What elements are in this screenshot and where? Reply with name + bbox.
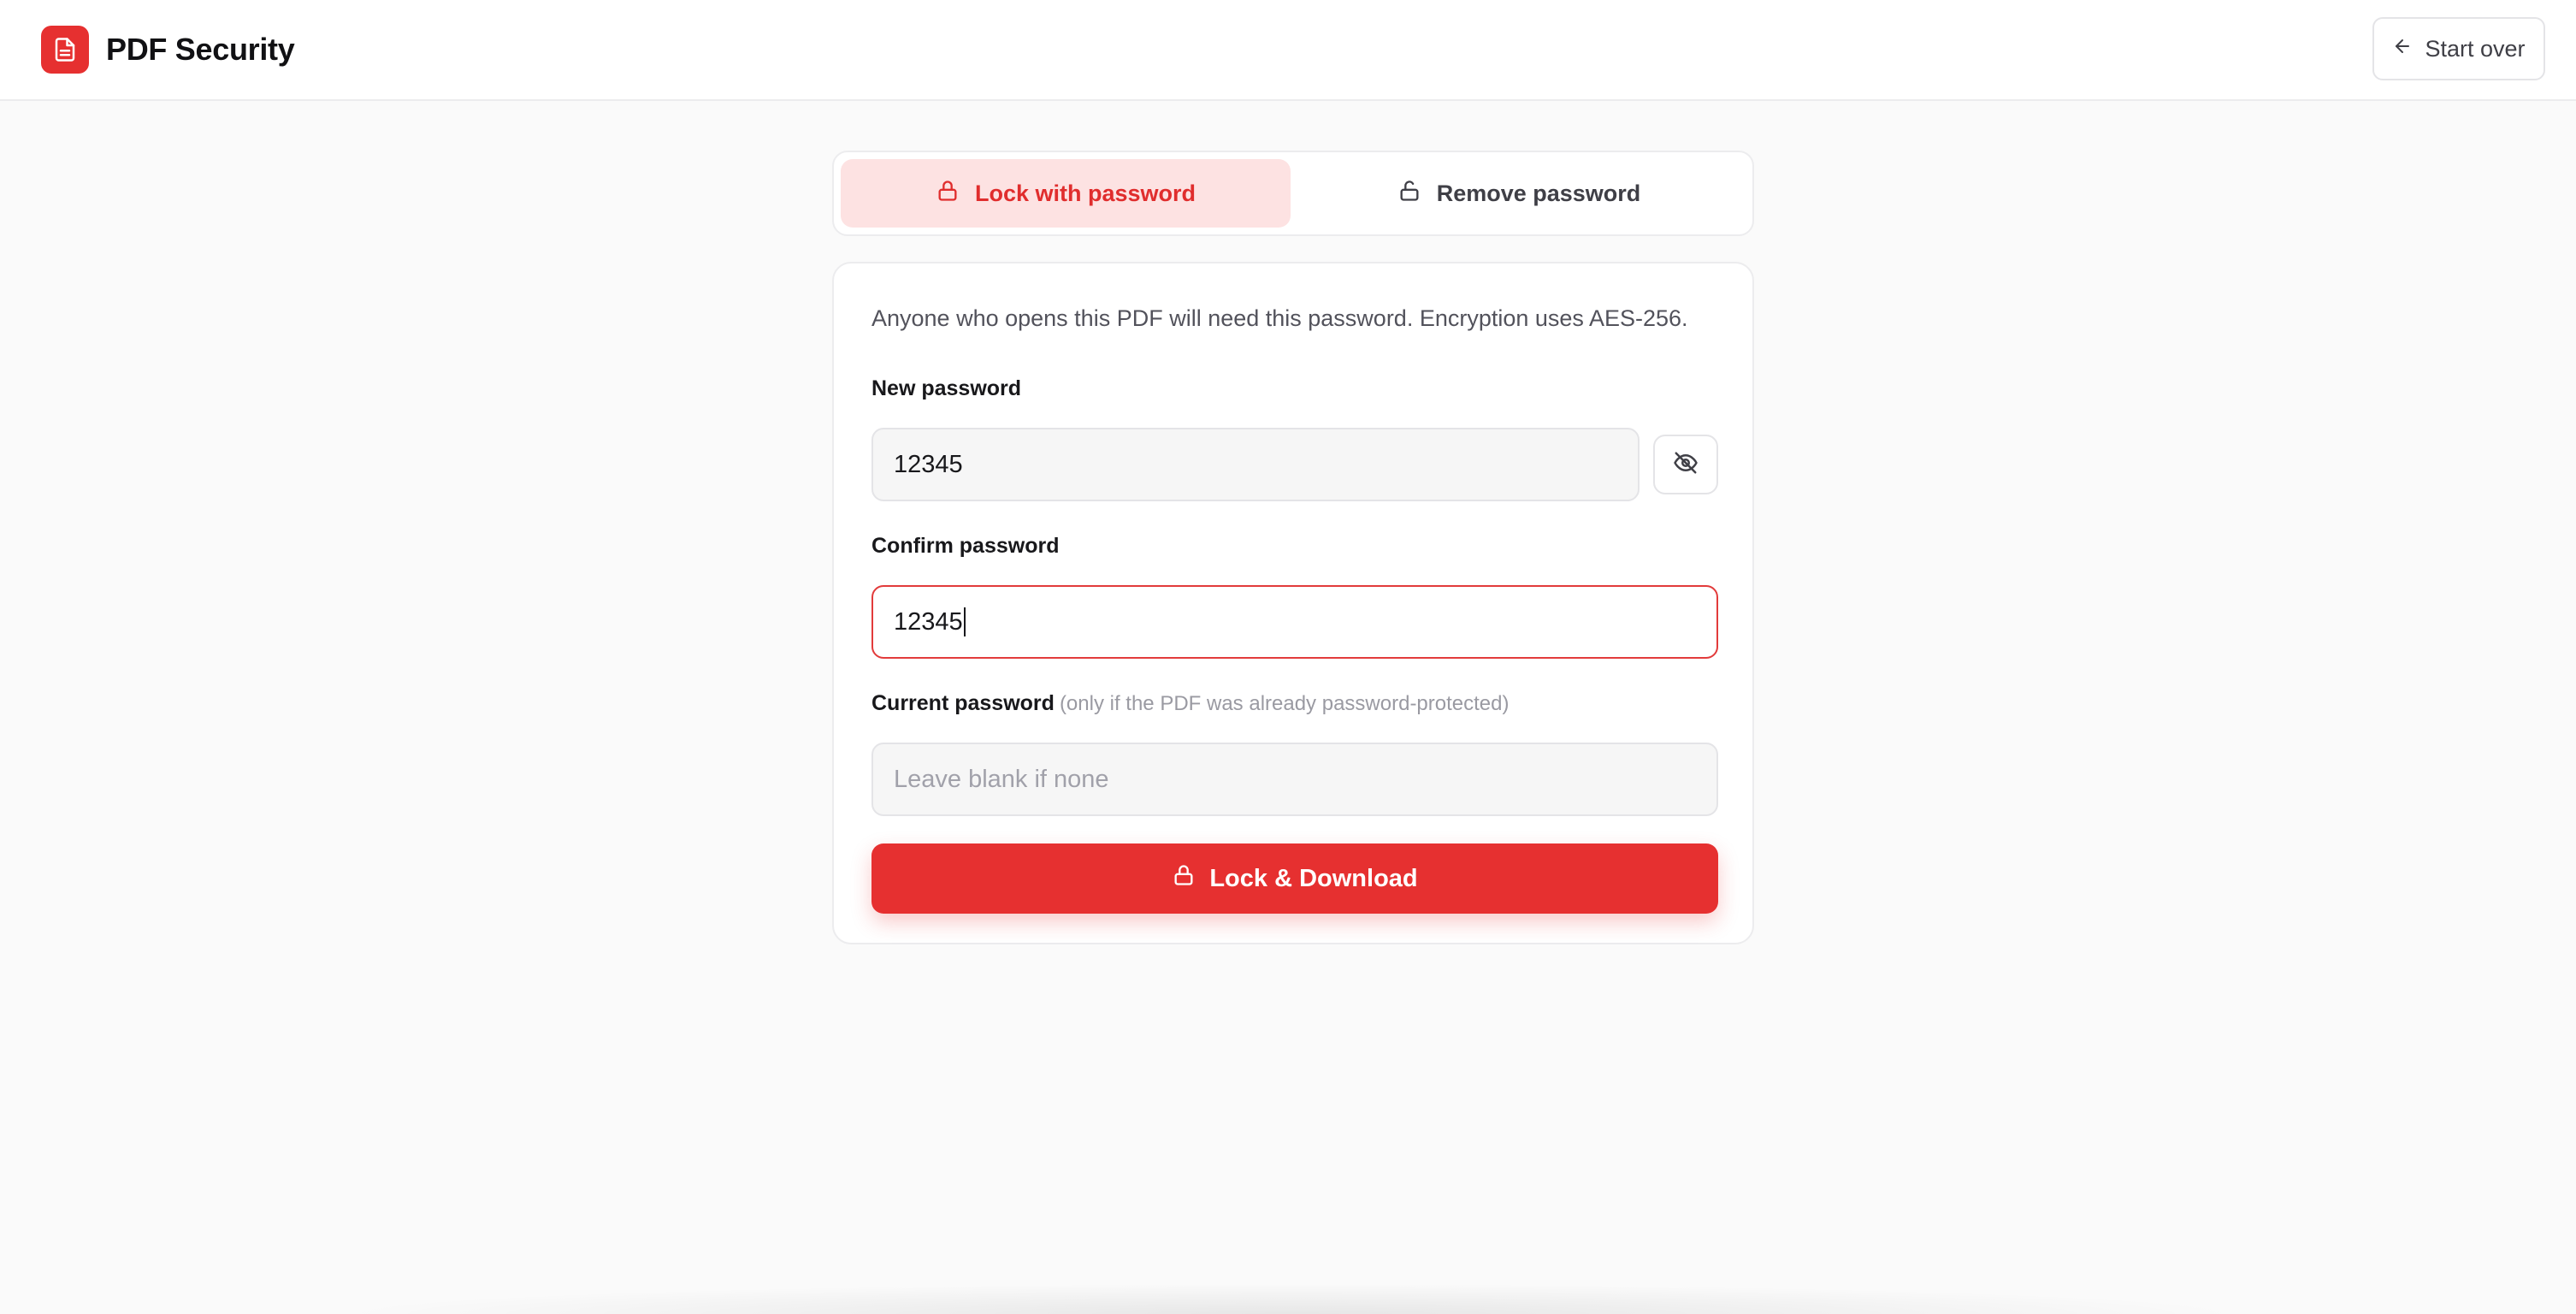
- current-password-label-text: Current password: [871, 691, 1055, 715]
- confirm-password-label: Confirm password: [871, 534, 1060, 558]
- current-password-hint: (only if the PDF was already password-pr…: [1059, 692, 1510, 715]
- start-over-button[interactable]: Start over: [2372, 17, 2545, 80]
- start-over-label: Start over: [2425, 35, 2526, 62]
- tab-remove-password[interactable]: Remove password: [1294, 159, 1744, 228]
- mode-tabs: Lock with password Remove password: [832, 151, 1754, 236]
- text-caret: [963, 607, 966, 636]
- new-password-input[interactable]: 12345: [871, 428, 1640, 501]
- current-password-label: Current password (only if the PDF was alr…: [871, 688, 1510, 719]
- confirm-password-value: 12345: [894, 607, 963, 636]
- current-password-input[interactable]: Leave blank if none: [871, 743, 1718, 816]
- arrow-left-icon: [2392, 36, 2413, 62]
- new-password-label: New password: [871, 376, 1022, 400]
- eye-off-icon: [1673, 450, 1699, 480]
- confirm-password-input[interactable]: 12345: [871, 585, 1718, 659]
- lock-form-card: Anyone who opens this PDF will need this…: [832, 262, 1754, 944]
- new-password-value: 12345: [894, 450, 963, 478]
- current-password-placeholder: Leave blank if none: [894, 765, 1109, 793]
- app-header: PDF Security Start over: [0, 0, 2576, 101]
- file-text-icon: [41, 26, 89, 74]
- form-description: Anyone who opens this PDF will need this…: [871, 305, 1688, 331]
- submit-label: Lock & Download: [1209, 864, 1418, 892]
- lock-and-download-button[interactable]: Lock & Download: [871, 843, 1718, 914]
- bottom-shadow: [325, 1283, 2258, 1314]
- lock-icon: [936, 179, 960, 209]
- tab-label: Remove password: [1436, 180, 1641, 206]
- tab-lock-with-password[interactable]: Lock with password: [841, 159, 1291, 228]
- tab-label: Lock with password: [974, 180, 1196, 206]
- app-title: PDF Security: [106, 32, 295, 67]
- toggle-password-visibility-button[interactable]: [1653, 435, 1718, 494]
- lock-icon: [1172, 863, 1196, 894]
- unlock-icon: [1397, 179, 1421, 209]
